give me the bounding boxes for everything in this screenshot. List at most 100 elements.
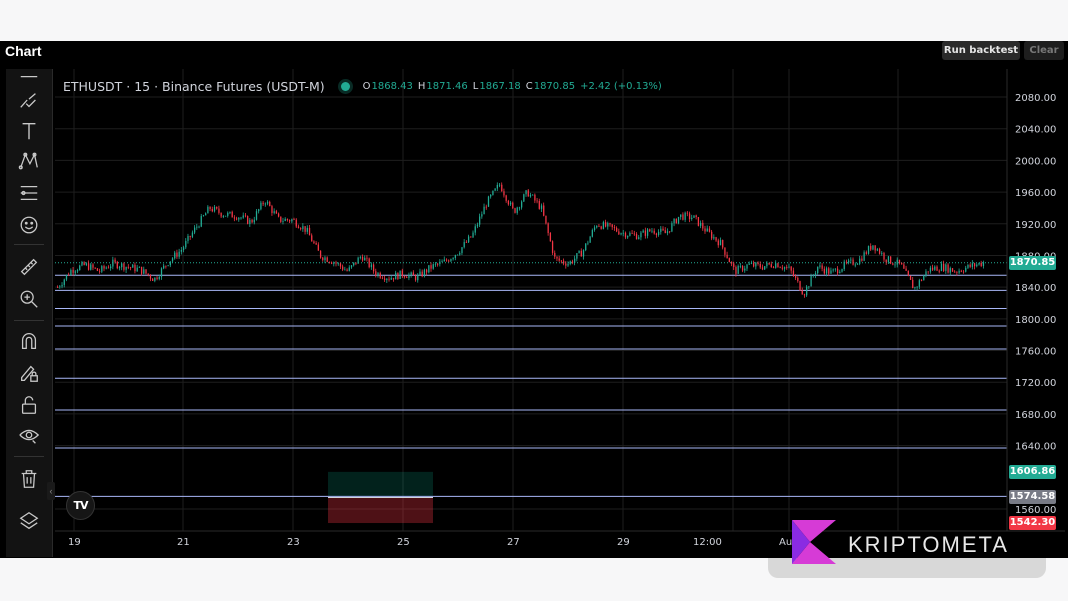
candle-body xyxy=(558,258,560,261)
candle-body xyxy=(410,272,412,275)
magnet-icon[interactable] xyxy=(17,329,41,353)
tradingview-logo[interactable]: TV xyxy=(66,491,95,520)
candle-body xyxy=(368,258,370,268)
candle-body xyxy=(799,281,801,291)
candle-body xyxy=(761,267,764,270)
candle-body xyxy=(616,227,618,232)
run-backtest-button[interactable]: Run backtest xyxy=(942,41,1020,60)
chart-background xyxy=(55,69,1065,557)
unlock-icon[interactable] xyxy=(17,393,41,417)
candle-body xyxy=(79,265,81,271)
candle-body xyxy=(381,277,384,279)
candle-body xyxy=(105,267,107,269)
candle-body xyxy=(938,270,940,272)
candle-body xyxy=(512,202,514,209)
candle-body xyxy=(81,262,83,266)
candle-body xyxy=(152,278,154,281)
candle-body xyxy=(861,258,863,261)
candle-body xyxy=(686,212,689,214)
candle-body xyxy=(503,191,505,196)
clear-button[interactable]: Clear xyxy=(1024,41,1064,60)
y-tick-label: 1680.00 xyxy=(1015,410,1056,421)
candle-body xyxy=(655,233,658,235)
candle-body xyxy=(313,241,315,243)
zoom-in-icon[interactable] xyxy=(17,287,41,311)
trend-line-icon[interactable] xyxy=(17,88,41,112)
candle-body xyxy=(251,219,253,223)
candle-body xyxy=(165,265,167,267)
fib-icon[interactable] xyxy=(17,181,41,205)
candle-body xyxy=(235,218,238,220)
candle-body xyxy=(421,271,423,277)
candle-body xyxy=(355,262,357,264)
candle-body xyxy=(275,211,278,214)
price-chart[interactable]: 2080.002040.002000.001960.001920.001880.… xyxy=(55,69,1065,557)
candle-body xyxy=(273,211,275,213)
text-icon[interactable] xyxy=(17,119,41,143)
candle-body xyxy=(191,232,194,237)
layers-icon[interactable] xyxy=(17,509,41,533)
candle-body xyxy=(947,264,949,273)
candle-body xyxy=(306,227,308,232)
candle-body xyxy=(284,218,286,222)
candle-body xyxy=(403,276,406,278)
candle-body xyxy=(472,232,474,238)
candle-body xyxy=(439,261,441,265)
candle-body xyxy=(379,273,381,278)
candle-body xyxy=(739,265,742,267)
watermark-text: KRIPTOMETA xyxy=(848,532,1009,557)
ruler-icon[interactable] xyxy=(17,255,41,279)
candle-body xyxy=(101,266,103,272)
collapse-toolbar-button[interactable]: ‹ xyxy=(47,482,55,500)
candle-body xyxy=(180,250,183,252)
emoji-icon[interactable] xyxy=(17,213,41,237)
x-tick-label: 21 xyxy=(177,537,190,548)
candle-body xyxy=(364,257,366,261)
candle-body xyxy=(746,264,748,269)
candle-body xyxy=(132,264,134,268)
candle-body xyxy=(836,268,839,274)
candle-body xyxy=(967,264,969,268)
candle-body xyxy=(976,264,978,267)
candle-body xyxy=(390,277,392,280)
candle-body xyxy=(797,277,799,282)
change-value: +2.42 (+0.13%) xyxy=(580,80,662,92)
kriptometa-logo-icon xyxy=(792,520,836,564)
candle-body xyxy=(914,287,916,289)
candle-body xyxy=(874,245,876,251)
candle-body xyxy=(852,259,854,265)
candle-body xyxy=(408,274,410,278)
candle-body xyxy=(978,262,980,265)
candle-body xyxy=(863,252,865,261)
candle-body xyxy=(699,222,702,226)
candle-body xyxy=(923,275,925,281)
candle-body xyxy=(163,265,165,269)
candle-body xyxy=(969,264,971,267)
candle-body xyxy=(483,206,485,215)
candle-body xyxy=(839,271,841,274)
candle-body xyxy=(85,263,88,265)
pattern-icon[interactable] xyxy=(17,149,41,173)
trash-icon[interactable] xyxy=(17,467,41,491)
candle-body xyxy=(598,225,600,227)
candle-body xyxy=(414,275,417,281)
candle-body xyxy=(375,271,377,276)
candle-body xyxy=(854,264,856,266)
candle-body xyxy=(925,271,927,276)
symbol-name[interactable]: ETHUSDT · 15 · Binance Futures (USDT-M) xyxy=(63,79,325,94)
candle-body xyxy=(867,246,870,254)
candle-body xyxy=(810,275,812,287)
candle-body xyxy=(677,216,680,224)
candle-body xyxy=(249,219,251,224)
lock-draw-icon[interactable] xyxy=(17,361,41,385)
candle-body xyxy=(593,227,596,231)
candle-body xyxy=(441,261,443,263)
candle-body xyxy=(624,232,627,238)
candle-body xyxy=(224,215,227,217)
candle-body xyxy=(308,227,311,236)
candle-body xyxy=(693,215,695,218)
candle-body xyxy=(711,231,713,239)
eye-icon[interactable] xyxy=(17,423,41,447)
candle-body xyxy=(114,259,116,262)
candle-body xyxy=(361,256,364,261)
